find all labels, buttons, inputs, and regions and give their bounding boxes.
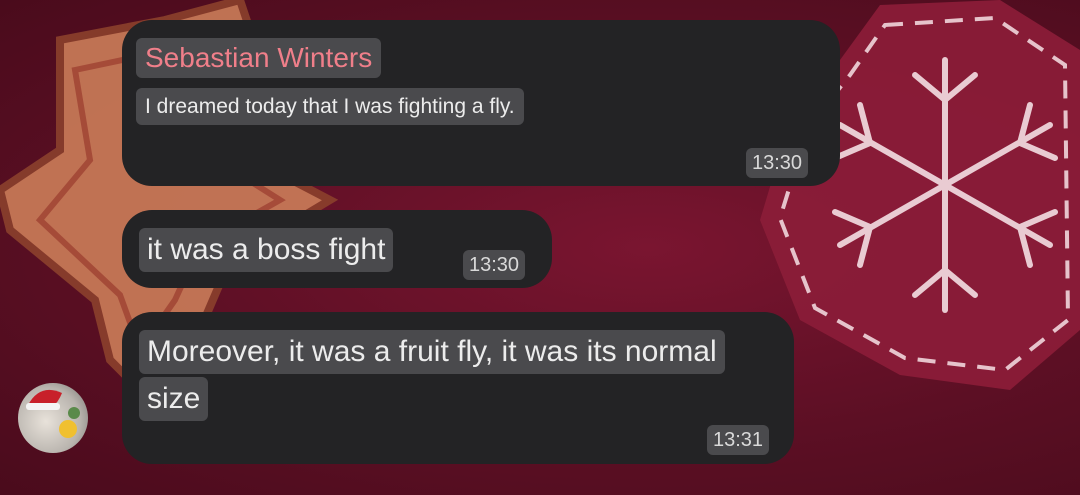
message-timestamp: 13:30 [463, 250, 526, 280]
message-timestamp: 13:30 [746, 148, 809, 178]
sender-name[interactable]: Sebastian Winters [136, 38, 382, 78]
message-text-line-2: size [139, 377, 209, 421]
sender-avatar[interactable] [18, 383, 88, 453]
message-text: it was a boss fight [139, 228, 394, 272]
message-bubble-1[interactable]: Sebastian Winters I dreamed today that I… [122, 20, 840, 186]
message-text-line-1: Moreover, it was a fruit fly, it was its… [139, 330, 725, 374]
message-text: I dreamed today that I was fighting a fl… [136, 88, 524, 125]
message-bubble-2[interactable]: it was a boss fight 13:30 [122, 210, 552, 288]
santa-hat-photo-avatar [26, 389, 80, 438]
message-timestamp: 13:31 [707, 425, 770, 455]
message-bubble-3[interactable]: Moreover, it was a fruit fly, it was its… [122, 312, 794, 464]
